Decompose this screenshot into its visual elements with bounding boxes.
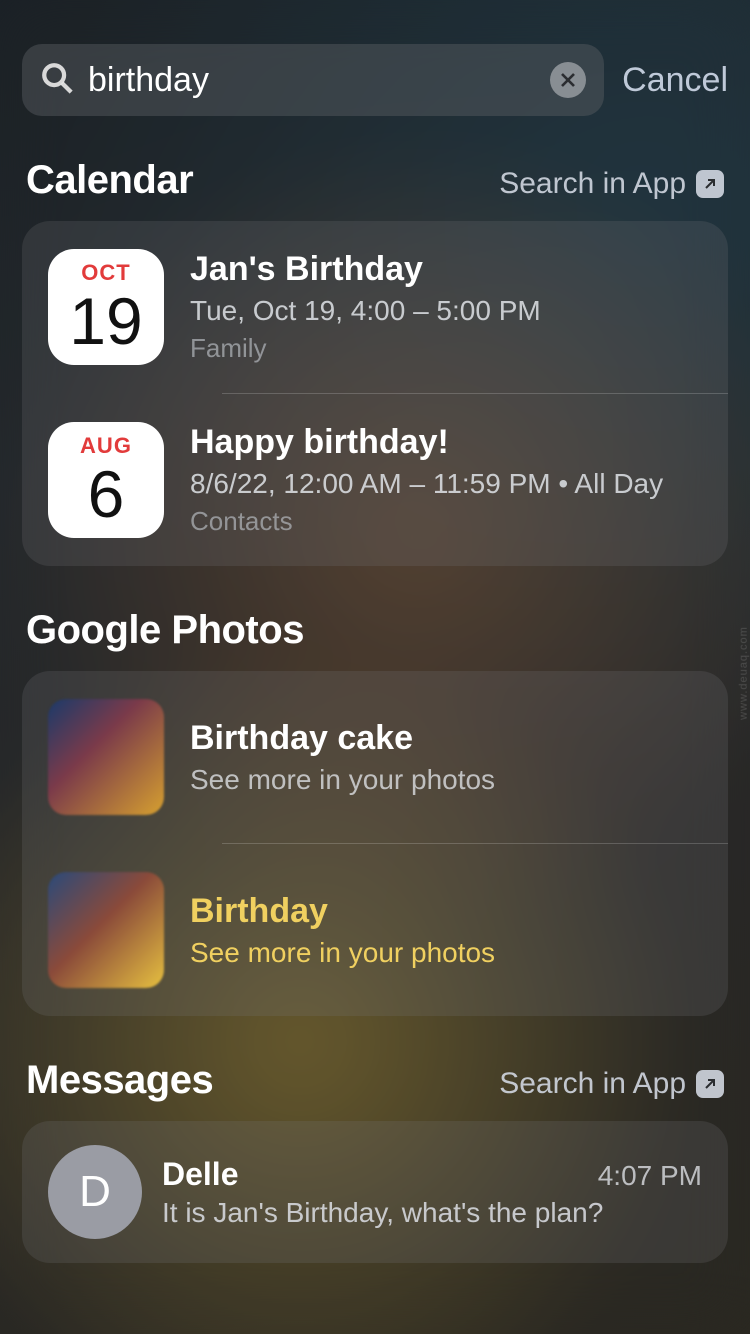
photo-thumbnail [48, 872, 164, 988]
messages-results-card: D Delle 4:07 PM It is Jan's Birthday, wh… [22, 1121, 728, 1263]
search-input[interactable] [88, 61, 536, 100]
section-header-messages: Messages Search in App [22, 1058, 728, 1121]
message-result-row[interactable]: D Delle 4:07 PM It is Jan's Birthday, wh… [22, 1121, 728, 1263]
section-calendar: Calendar Search in App OCT 19 Jan's Birt… [22, 158, 728, 566]
section-title: Calendar [26, 158, 193, 203]
result-text: Delle 4:07 PM It is Jan's Birthday, what… [162, 1156, 702, 1229]
calendar-result-row[interactable]: OCT 19 Jan's Birthday Tue, Oct 19, 4:00 … [22, 221, 728, 393]
search-icon [40, 61, 74, 100]
cancel-button[interactable]: Cancel [622, 61, 728, 100]
calendar-date-icon: AUG 6 [48, 422, 164, 538]
result-subtitle: 8/6/22, 12:00 AM – 11:59 PM • All Day [190, 468, 702, 500]
calendar-result-row[interactable]: AUG 6 Happy birthday! 8/6/22, 12:00 AM –… [22, 394, 728, 566]
clear-search-button[interactable] [550, 62, 586, 98]
contact-avatar: D [48, 1145, 142, 1239]
search-in-app-label: Search in App [499, 1067, 686, 1101]
result-subtitle: Tue, Oct 19, 4:00 – 5:00 PM [190, 295, 702, 327]
photos-results-card: Birthday cake See more in your photos Bi… [22, 671, 728, 1016]
result-subtitle: See more in your photos [190, 764, 702, 796]
section-google-photos: Google Photos Birthday cake See more in … [22, 608, 728, 1016]
calendar-month: AUG [80, 433, 132, 459]
section-header-google-photos: Google Photos [22, 608, 728, 671]
watermark: www.deuaq.com [738, 626, 750, 720]
section-title: Messages [26, 1058, 213, 1103]
section-messages: Messages Search in App D Delle 4:07 PM [22, 1058, 728, 1263]
result-meta: Contacts [190, 506, 702, 537]
result-text: Jan's Birthday Tue, Oct 19, 4:00 – 5:00 … [190, 250, 702, 364]
result-subtitle: See more in your photos [190, 937, 702, 969]
result-title: Birthday [190, 892, 702, 931]
message-time: 4:07 PM [598, 1160, 702, 1192]
search-in-app-calendar[interactable]: Search in App [499, 167, 724, 201]
search-in-app-label: Search in App [499, 167, 686, 201]
result-title: Jan's Birthday [190, 250, 702, 289]
message-preview: It is Jan's Birthday, what's the plan? [162, 1197, 702, 1229]
result-title: Birthday cake [190, 719, 702, 758]
photo-result-row[interactable]: Birthday cake See more in your photos [22, 671, 728, 843]
result-meta: Family [190, 333, 702, 364]
result-text: Birthday See more in your photos [190, 892, 702, 969]
contact-name: Delle [162, 1156, 238, 1193]
calendar-day: 6 [88, 461, 125, 527]
search-field[interactable] [22, 44, 604, 116]
calendar-results-card: OCT 19 Jan's Birthday Tue, Oct 19, 4:00 … [22, 221, 728, 566]
section-title: Google Photos [26, 608, 304, 653]
section-header-calendar: Calendar Search in App [22, 158, 728, 221]
avatar-initial: D [79, 1167, 111, 1217]
calendar-month: OCT [81, 260, 130, 286]
result-title: Happy birthday! [190, 423, 702, 462]
calendar-day: 19 [69, 288, 142, 354]
photo-result-row[interactable]: Birthday See more in your photos [22, 844, 728, 1016]
calendar-date-icon: OCT 19 [48, 249, 164, 365]
result-text: Birthday cake See more in your photos [190, 719, 702, 796]
open-app-icon [696, 170, 724, 198]
search-bar-row: Cancel [22, 0, 728, 116]
search-in-app-messages[interactable]: Search in App [499, 1067, 724, 1101]
photo-thumbnail [48, 699, 164, 815]
result-text: Happy birthday! 8/6/22, 12:00 AM – 11:59… [190, 423, 702, 537]
open-app-icon [696, 1070, 724, 1098]
